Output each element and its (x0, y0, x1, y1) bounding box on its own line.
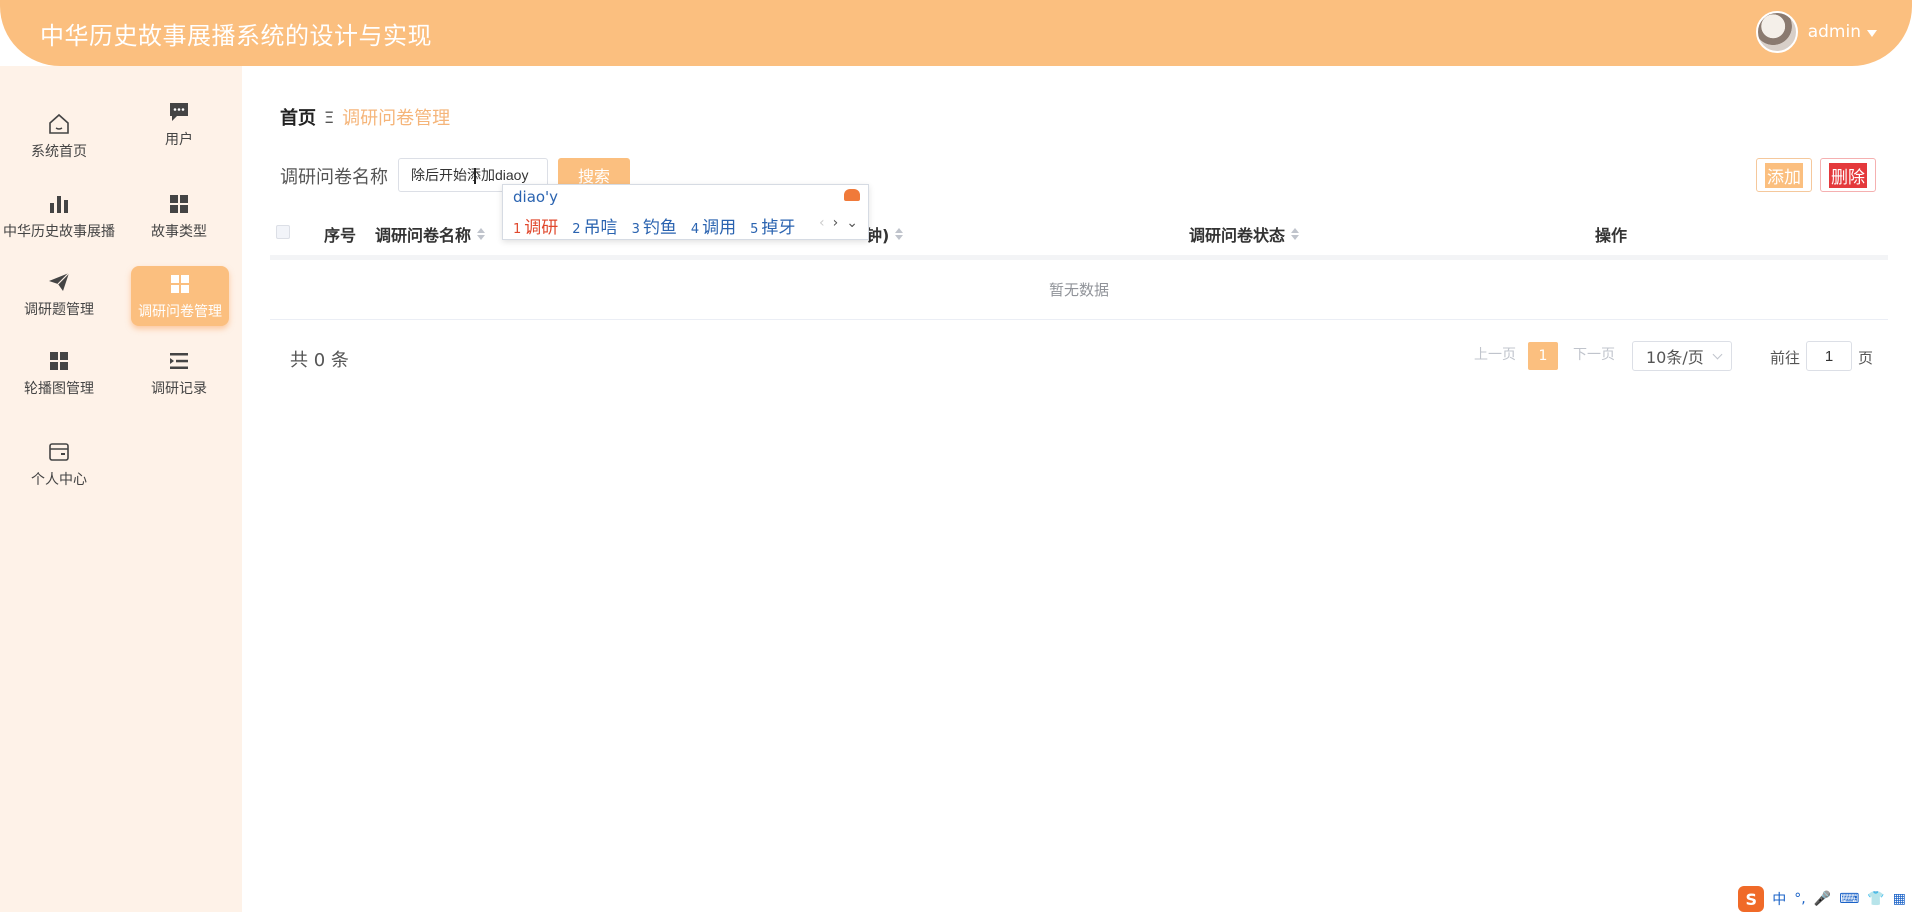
sidebar-item-label: 中华历史故事展播 (3, 224, 115, 240)
chevron-right-icon[interactable]: › (833, 215, 839, 231)
next-page-button[interactable]: 下一页 (1573, 344, 1615, 364)
avatar[interactable] (1755, 11, 1798, 53)
breadcrumb-home[interactable]: 首页 (280, 104, 316, 130)
keyboard-icon[interactable]: ⌨ (1839, 891, 1859, 907)
ime-toolbar: S 中 °, 🎤 ⌨ 👕 ▦ (1732, 886, 1912, 912)
sort-icon[interactable] (1291, 228, 1300, 240)
goto-label: 前往 (1770, 349, 1801, 367)
ime-mode-indicator[interactable]: 中 (1772, 889, 1786, 909)
sidebar-item-label: 调研记录 (151, 381, 207, 397)
ime-candidates: 1 调研 2 吊唁 3 钓鱼 4 调用 5 掉牙 (513, 213, 809, 238)
breadcrumb: 首页 Ξ 调研问卷管理 (280, 104, 450, 130)
sidebar-item-history-stories[interactable]: 中华历史故事展播 (0, 186, 118, 246)
ime-candidate[interactable]: 4 调用 (691, 213, 736, 238)
username[interactable]: admin (1808, 22, 1861, 42)
top-header: 中华历史故事展播系统的设计与实现 admin (0, 0, 1912, 66)
search-label: 调研问卷名称 (280, 167, 388, 188)
sidebar-item-survey-management[interactable]: 调研问卷管理 (131, 266, 229, 326)
wallet-icon (47, 439, 71, 465)
punctuation-indicator[interactable]: °, (1794, 891, 1805, 907)
sidebar-item-label: 个人中心 (31, 472, 87, 488)
sidebar-item-home[interactable]: 系统首页 (0, 106, 118, 166)
sort-icon[interactable] (477, 228, 486, 240)
microphone-icon[interactable]: 🎤 (1814, 891, 1831, 907)
sidebar-item-users[interactable]: 用户 (120, 94, 238, 154)
column-header-actions: 操作 (1595, 226, 1628, 245)
ime-nav: ‹ › ⌄ (819, 215, 858, 231)
sidebar-item-label: 调研题管理 (24, 302, 94, 318)
select-all-checkbox[interactable] (276, 225, 290, 239)
page-size-value: 10条/页 (1646, 348, 1704, 367)
chevron-down-icon (1712, 349, 1723, 360)
chevron-down-icon[interactable]: ⌄ (846, 215, 858, 231)
column-header-survey-name[interactable]: 调研问卷名称 (375, 222, 486, 246)
sidebar-item-story-types[interactable]: 故事类型 (120, 186, 238, 246)
ime-candidate[interactable]: 1 调研 (513, 213, 558, 238)
ime-candidate[interactable]: 5 掉牙 (750, 213, 795, 238)
ime-candidate-popup: diao'y 1 调研 2 吊唁 3 钓鱼 4 调用 5 掉牙 ‹ › ⌄ (502, 184, 869, 240)
sidebar-item-label: 用户 (165, 132, 193, 148)
column-header-index: 序号 (324, 226, 357, 245)
sogou-s-icon[interactable]: S (1738, 886, 1765, 912)
paper-plane-icon (47, 269, 71, 295)
skin-icon[interactable]: 👕 (1867, 891, 1884, 907)
user-menu[interactable]: admin (1755, 11, 1877, 53)
breadcrumb-current: 调研问卷管理 (342, 108, 451, 129)
sidebar: 系统首页 用户 中华历史故事展播 故事类型 调研题管理 调研问卷管理 轮播图管理… (0, 66, 242, 912)
home-icon (47, 111, 71, 137)
table-empty-row: 暂无数据 (270, 260, 1888, 320)
ime-composition: diao'y (513, 188, 559, 206)
column-header-survey-status[interactable]: 调研问卷状态 (1189, 222, 1300, 246)
sidebar-item-label: 轮播图管理 (24, 381, 94, 397)
column-header-duration[interactable]: 钟) (866, 222, 904, 246)
list-indent-icon (167, 348, 191, 374)
delete-button[interactable]: 删除 (1820, 158, 1876, 192)
empty-text: 暂无数据 (1048, 281, 1109, 299)
grid-icon (167, 191, 191, 217)
sidebar-item-label: 故事类型 (151, 224, 207, 240)
sidebar-item-carousel[interactable]: 轮播图管理 (0, 343, 118, 403)
bar-chart-icon (47, 191, 71, 217)
ime-candidate[interactable]: 3 钓鱼 (632, 213, 677, 238)
text-cursor (474, 168, 476, 184)
goto-suffix: 页 (1858, 349, 1874, 367)
grid-icon (47, 348, 71, 374)
app-title: 中华历史故事展播系统的设计与实现 (40, 22, 432, 50)
sort-icon[interactable] (895, 228, 904, 240)
chat-icon (167, 99, 191, 125)
total-count: 共 0 条 (290, 350, 349, 371)
sogou-logo-icon (844, 189, 860, 201)
ime-candidate[interactable]: 2 吊唁 (572, 213, 617, 238)
prev-page-button[interactable]: 上一页 (1474, 344, 1516, 364)
delete-button-label: 删除 (1829, 162, 1867, 188)
apps-icon[interactable]: ▦ (1893, 891, 1906, 907)
breadcrumb-separator: Ξ (324, 107, 335, 127)
caret-down-icon[interactable] (1867, 29, 1877, 37)
goto-page-input[interactable] (1806, 341, 1852, 371)
grid-icon (168, 271, 192, 297)
page-number-current[interactable]: 1 (1528, 342, 1558, 370)
chevron-left-icon[interactable]: ‹ (819, 215, 825, 231)
sidebar-item-survey-questions[interactable]: 调研题管理 (0, 264, 118, 324)
add-button-label: 添加 (1765, 162, 1803, 188)
add-button[interactable]: 添加 (1756, 158, 1812, 192)
sidebar-item-profile[interactable]: 个人中心 (0, 434, 118, 494)
sidebar-item-label: 系统首页 (31, 144, 87, 160)
sidebar-item-survey-records[interactable]: 调研记录 (120, 343, 238, 403)
page-size-select[interactable]: 10条/页 (1632, 341, 1732, 371)
sidebar-item-label: 调研问卷管理 (138, 304, 222, 320)
